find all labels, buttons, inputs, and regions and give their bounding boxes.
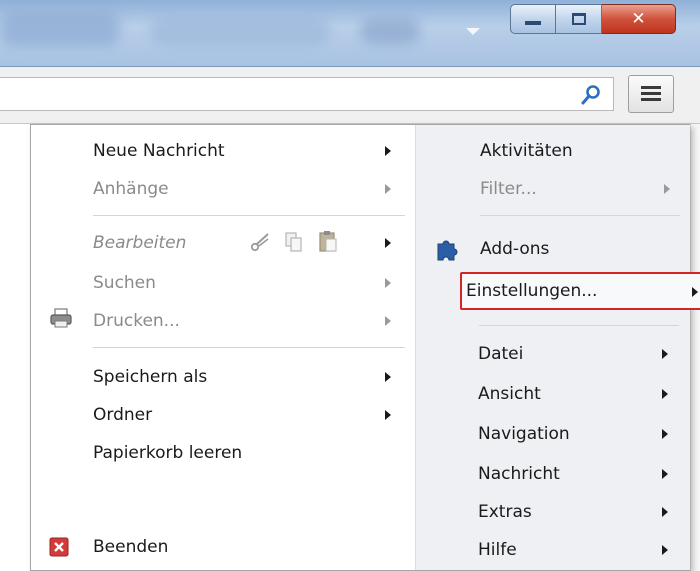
printer-icon xyxy=(50,308,72,328)
menu-item-ordner[interactable]: Ordner xyxy=(93,401,152,429)
menu-item-papierkorb-leeren[interactable]: Papierkorb leeren xyxy=(93,439,242,467)
menu-separator xyxy=(479,325,679,326)
maximize-icon xyxy=(571,13,586,25)
menu-item-bearbeiten[interactable]: Bearbeiten xyxy=(93,229,186,257)
menu-item-beenden[interactable]: Beenden xyxy=(93,533,168,561)
hamburger-menu-button[interactable] xyxy=(628,75,674,113)
menu-item-suchen[interactable]: Suchen xyxy=(93,269,156,297)
search-icon[interactable] xyxy=(580,84,602,106)
menu-item-einstellungen-label: Einstellungen... xyxy=(466,281,598,301)
menu-item-nachricht[interactable]: Nachricht xyxy=(478,460,560,488)
menu-item-anhaenge[interactable]: Anhänge xyxy=(93,175,169,203)
submenu-arrow-icon xyxy=(385,372,391,382)
submenu-arrow-icon xyxy=(385,410,391,420)
menu-left-column: Neue Nachricht Anhänge Bearbeiten Suchen… xyxy=(31,125,415,570)
copy-icon[interactable] xyxy=(283,231,305,253)
app-menu: Neue Nachricht Anhänge Bearbeiten Suchen… xyxy=(30,124,690,571)
submenu-arrow-icon xyxy=(664,184,670,194)
menu-separator xyxy=(93,215,405,216)
menu-item-ansicht[interactable]: Ansicht xyxy=(478,380,541,408)
scroll-edge xyxy=(690,124,700,571)
menu-separator xyxy=(93,347,405,348)
submenu-arrow-icon xyxy=(662,507,668,517)
menu-item-hilfe[interactable]: Hilfe xyxy=(478,536,517,564)
submenu-arrow-icon xyxy=(385,146,391,156)
menu-item-neue-nachricht[interactable]: Neue Nachricht xyxy=(93,137,225,165)
menu-item-speichern-als[interactable]: Speichern als xyxy=(93,363,207,391)
menu-item-navigation[interactable]: Navigation xyxy=(478,420,570,448)
maximize-button[interactable] xyxy=(556,4,602,34)
menu-item-aktivitaeten[interactable]: Aktivitäten xyxy=(480,137,573,165)
menu-item-add-ons[interactable]: Add-ons xyxy=(480,235,549,263)
hamburger-icon xyxy=(641,86,661,89)
search-input[interactable] xyxy=(0,77,614,111)
triangle-down-icon[interactable] xyxy=(466,28,480,35)
submenu-arrow-icon xyxy=(385,238,391,248)
close-button[interactable]: ✕ xyxy=(602,4,676,34)
window-controls: ✕ xyxy=(510,4,676,34)
puzzle-icon xyxy=(437,240,458,261)
submenu-arrow-icon xyxy=(662,389,668,399)
menu-item-datei[interactable]: Datei xyxy=(478,340,523,368)
menu-separator xyxy=(480,215,680,216)
submenu-arrow-icon xyxy=(385,184,391,194)
menu-item-filter[interactable]: Filter... xyxy=(480,175,537,203)
paste-icon[interactable] xyxy=(317,229,339,253)
minimize-icon xyxy=(525,21,541,25)
title-bar: ✕ xyxy=(0,0,700,66)
close-icon: ✕ xyxy=(631,8,646,29)
submenu-arrow-icon xyxy=(662,429,668,439)
exit-icon xyxy=(49,537,69,557)
menu-item-extras[interactable]: Extras xyxy=(478,498,532,526)
tab-blur xyxy=(360,18,420,44)
submenu-arrow-icon xyxy=(662,349,668,359)
tab-blur xyxy=(0,12,120,46)
app-window: ✕ Neue Nachricht Anhänge Bearbeiten Such… xyxy=(0,0,700,571)
cut-icon[interactable] xyxy=(249,231,271,253)
tab-blur xyxy=(150,16,330,46)
toolbar xyxy=(0,66,700,124)
submenu-arrow-icon xyxy=(692,287,698,297)
submenu-arrow-icon xyxy=(662,545,668,555)
submenu-arrow-icon xyxy=(385,278,391,288)
minimize-button[interactable] xyxy=(510,4,556,34)
submenu-arrow-icon xyxy=(662,469,668,479)
menu-item-einstellungen[interactable]: Einstellungen... xyxy=(460,272,700,310)
submenu-arrow-icon xyxy=(385,316,391,326)
menu-right-column: Aktivitäten Filter... Add-ons xyxy=(415,125,690,570)
menu-item-drucken[interactable]: Drucken... xyxy=(93,307,180,335)
